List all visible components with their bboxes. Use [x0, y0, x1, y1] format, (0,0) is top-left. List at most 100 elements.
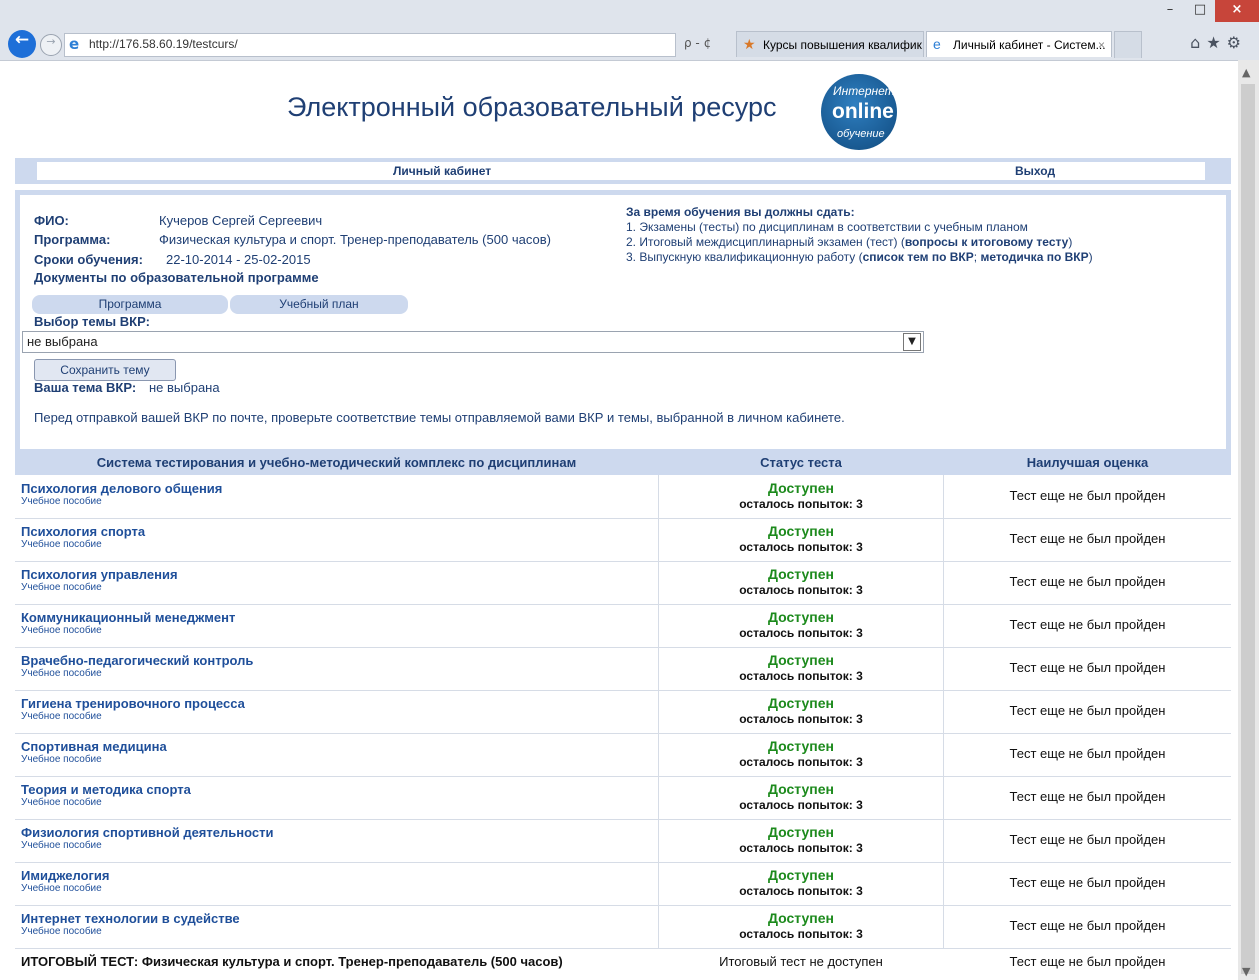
discipline-test-link[interactable]: Коммуникационный менеджмент [21, 610, 235, 625]
best-grade: Тест еще не был пройден [1009, 789, 1166, 804]
header-best-grade: Наилучшая оценка [1026, 455, 1149, 470]
final-test-status: Итоговый тест не доступен [719, 954, 883, 969]
attempts-left: осталось попыток: 3 [739, 669, 863, 683]
docs-label: Документы по образовательной программе [34, 270, 319, 285]
manual-link[interactable]: Учебное пособие [21, 539, 102, 550]
discipline-test-link[interactable]: Интернет технологии в судействе [21, 911, 240, 926]
manual-link[interactable]: Учебное пособие [21, 840, 102, 851]
home-icon[interactable]: ⌂ [1190, 33, 1206, 52]
save-topic-button[interactable]: Сохранить тему [34, 359, 176, 381]
discipline-test-link[interactable]: Физиология спортивной деятельности [21, 825, 273, 840]
back-button[interactable]: ← [8, 30, 36, 58]
test-status: Доступен [768, 695, 834, 711]
logo-middle-text: online [832, 100, 894, 123]
discipline-test-link[interactable]: Теория и методика спорта [21, 782, 191, 797]
test-status: Доступен [768, 910, 834, 926]
maximize-button[interactable]: □ [1185, 0, 1215, 22]
tab-courses[interactable]: ★ Курсы повышения квалифик... [736, 31, 924, 57]
nav-cabinet-link[interactable]: Личный кабинет [393, 164, 491, 178]
table-row: Психология спорта Учебное пособие Доступен… [15, 518, 1231, 562]
manual-link[interactable]: Учебное пособие [21, 797, 102, 808]
test-status: Доступен [768, 781, 834, 797]
best-grade: Тест еще не был пройден [1009, 746, 1166, 761]
table-row: Врачебно-педагогический контроль Учебное … [15, 647, 1231, 691]
discipline-test-link[interactable]: Спортивная медицина [21, 739, 167, 754]
study-plan-doc-button[interactable]: Учебный план [230, 295, 408, 314]
minimize-button[interactable]: – [1155, 0, 1185, 22]
attempts-left: осталось попыток: 3 [739, 927, 863, 941]
vertical-scrollbar[interactable]: ▲ ▼ [1238, 60, 1259, 980]
manual-link[interactable]: Учебное пособие [21, 754, 102, 765]
table-row: Имиджелогия Учебное пособие Доступен остало… [15, 862, 1231, 906]
header-status: Статус теста [760, 455, 842, 470]
site-favicon: ★ [743, 36, 756, 52]
student-info-panel: ФИО: Кучеров Сергей Сергеевич Программа:… [15, 190, 1231, 454]
manual-link[interactable]: Учебное пособие [21, 711, 102, 722]
best-grade: Тест еще не был пройден [1009, 918, 1166, 933]
logo-bottom-text: обучение [837, 128, 885, 140]
tab-label: Личный кабинет - Систем... [953, 38, 1106, 52]
final-test-row: ИТОГОВЫЙ ТЕСТ: Физическая культура и спо… [15, 950, 1231, 972]
scroll-up-icon[interactable]: ▲ [1242, 66, 1250, 79]
vkr-manual-link[interactable]: методичка по ВКР [980, 250, 1088, 264]
navbar-inner: Личный кабинет Выход [37, 162, 1205, 180]
final-test-questions-link[interactable]: вопросы к итоговому тесту [905, 235, 1069, 249]
manual-link[interactable]: Учебное пособие [21, 496, 102, 507]
table-row: Интернет технологии в судействе Учебное п… [15, 905, 1231, 949]
best-grade: Тест еще не был пройден [1009, 531, 1166, 546]
new-tab-button[interactable] [1114, 31, 1142, 58]
close-window-button[interactable]: × [1215, 0, 1259, 22]
final-test-label-rest: : Физическая культура и спорт. Тренер-пр… [133, 954, 563, 969]
table-header: Система тестирования и учебно-методическ… [15, 450, 1231, 475]
manual-link[interactable]: Учебное пособие [21, 668, 102, 679]
scroll-thumb[interactable] [1241, 84, 1255, 974]
test-status: Доступен [768, 609, 834, 625]
attempts-left: осталось попыток: 3 [739, 755, 863, 769]
manual-link[interactable]: Учебное пособие [21, 926, 102, 937]
fio-label: ФИО: [34, 213, 69, 228]
table-row: Коммуникационный менеджмент Учебное пособ… [15, 604, 1231, 648]
forward-button[interactable]: → [40, 34, 62, 56]
table-row: Физиология спортивной деятельности Учебно… [15, 819, 1231, 863]
your-vkr-value: не выбрана [149, 380, 220, 395]
discipline-test-link[interactable]: Гигиена тренировочного процесса [21, 696, 245, 711]
chevron-down-icon[interactable]: ▼ [903, 333, 921, 351]
table-row: Теория и методика спорта Учебное пособие Д… [15, 776, 1231, 820]
manual-link[interactable]: Учебное пособие [21, 883, 102, 894]
attempts-left: осталось попыток: 3 [739, 626, 863, 640]
best-grade: Тест еще не был пройден [1009, 488, 1166, 503]
discipline-test-link[interactable]: Психология делового общения [21, 481, 222, 496]
page-content: Электронный образовательный ресурс Интер… [15, 62, 1231, 980]
tab-close-icon[interactable]: × [1098, 32, 1105, 57]
vkr-choice-label: Выбор темы ВКР: [34, 314, 150, 329]
test-status: Доступен [768, 523, 834, 539]
program-doc-button[interactable]: Программа [32, 295, 228, 314]
submission-note: Перед отправкой вашей ВКР по почте, пров… [34, 410, 845, 425]
search-refresh-icons[interactable]: ρ - ¢ [684, 36, 711, 50]
nav-exit-link[interactable]: Выход [1015, 164, 1055, 178]
discipline-test-link[interactable]: Психология спорта [21, 524, 145, 539]
discipline-test-link[interactable]: Имиджелогия [21, 868, 110, 883]
attempts-left: осталось попыток: 3 [739, 497, 863, 511]
manual-link[interactable]: Учебное пособие [21, 582, 102, 593]
vkr-topics-link[interactable]: список тем по ВКР [863, 250, 974, 264]
attempts-left: осталось попыток: 3 [739, 712, 863, 726]
tab-cabinet[interactable]: e Личный кабинет - Систем... × [926, 31, 1112, 57]
scroll-down-icon[interactable]: ▼ [1242, 965, 1250, 978]
address-bar[interactable]: e http://176.58.60.19/testcurs/ [64, 33, 676, 57]
site-title: Электронный образовательный ресурс [287, 92, 777, 122]
favorites-star-icon[interactable]: ★ [1206, 33, 1226, 52]
discipline-test-link[interactable]: Врачебно-педагогический контроль [21, 653, 253, 668]
vkr-topic-select[interactable]: не выбрана ▼ [22, 331, 924, 353]
program-value: Физическая культура и спорт. Тренер-преп… [159, 232, 551, 247]
requirement-2: 2. Итоговый междисциплинарный экзамен (т… [626, 235, 1072, 250]
final-test-grade: Тест еще не был пройден [1009, 954, 1166, 969]
main-navbar: Личный кабинет Выход [15, 158, 1231, 184]
browser-chrome: – □ × ← → e http://176.58.60.19/testcurs… [0, 0, 1259, 61]
requirement-2-text: 2. Итоговый междисциплинарный экзамен (т… [626, 235, 905, 249]
requirement-3-text: 3. Выпускную квалификационную работу ( [626, 250, 863, 264]
discipline-test-link[interactable]: Психология управления [21, 567, 178, 582]
settings-gear-icon[interactable]: ⚙ [1227, 33, 1247, 52]
best-grade: Тест еще не был пройден [1009, 832, 1166, 847]
manual-link[interactable]: Учебное пособие [21, 625, 102, 636]
